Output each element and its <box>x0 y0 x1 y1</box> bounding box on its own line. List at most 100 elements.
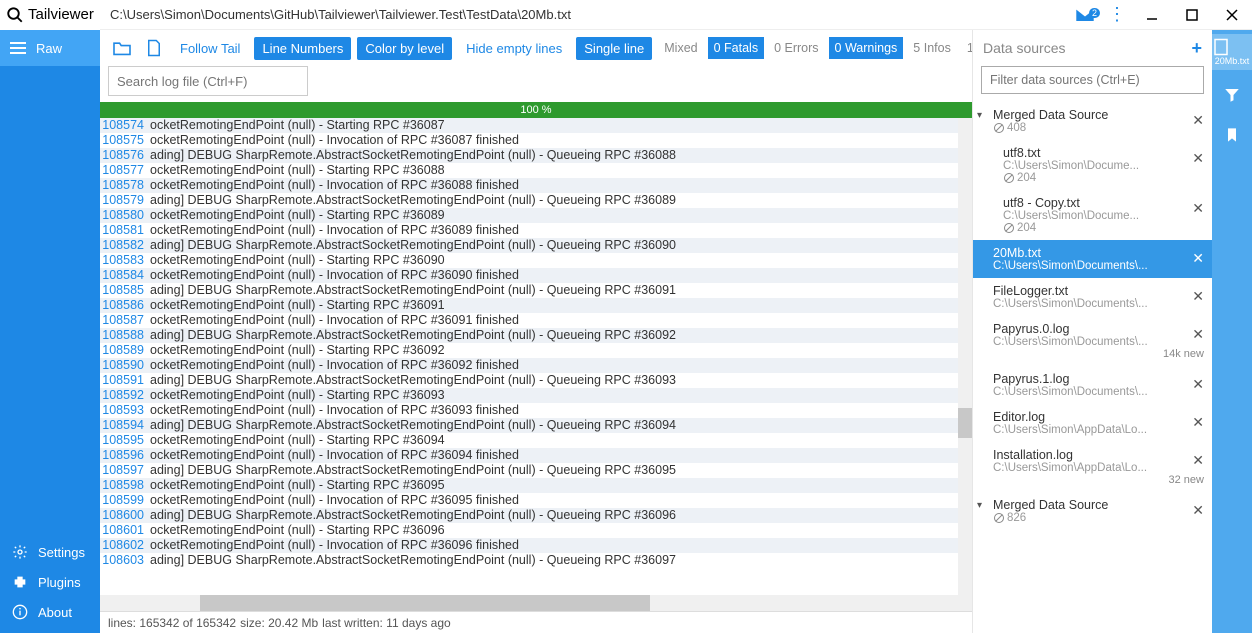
stat-fatals[interactable]: 0 Fatals <box>708 37 764 59</box>
log-line[interactable]: 108589ocketRemotingEndPoint (null) - Sta… <box>100 343 972 358</box>
data-source-item[interactable]: utf8 - Copy.txtC:\Users\Simon\Docume... … <box>973 190 1212 240</box>
log-line[interactable]: 108590ocketRemotingEndPoint (null) - Inv… <box>100 358 972 373</box>
log-line[interactable]: 108600ading] DEBUG SharpRemote.AbstractS… <box>100 508 972 523</box>
app-logo: Tailviewer <box>0 0 100 30</box>
line-numbers-button[interactable]: Line Numbers <box>254 37 351 60</box>
log-line[interactable]: 108575ocketRemotingEndPoint (null) - Inv… <box>100 133 972 148</box>
notifications-button[interactable]: 2 <box>1068 6 1102 24</box>
sidebar-item-about[interactable]: About <box>0 597 100 627</box>
sidebar-item-raw[interactable]: Raw <box>0 30 100 66</box>
data-source-item[interactable]: ▾Merged Data Source 408✕ <box>973 102 1212 140</box>
chevron-down-icon[interactable]: ▾ <box>977 500 982 511</box>
line-text: ocketRemotingEndPoint (null) - Invocatio… <box>150 268 519 283</box>
menu-button[interactable]: ⋮ <box>1102 4 1132 25</box>
horizontal-scrollbar[interactable] <box>100 595 972 611</box>
remove-data-source-button[interactable]: ✕ <box>1192 288 1204 305</box>
stat-infos[interactable]: 5 Infos <box>907 37 957 59</box>
maximize-button[interactable] <box>1172 0 1212 30</box>
remove-data-source-button[interactable]: ✕ <box>1192 326 1204 343</box>
log-line[interactable]: 108584ocketRemotingEndPoint (null) - Inv… <box>100 268 972 283</box>
log-line[interactable]: 108601ocketRemotingEndPoint (null) - Sta… <box>100 523 972 538</box>
rail-filter-button[interactable] <box>1223 80 1241 110</box>
data-source-item[interactable]: FileLogger.txtC:\Users\Simon\Documents\.… <box>973 278 1212 316</box>
line-text: ocketRemotingEndPoint (null) - Starting … <box>150 478 445 493</box>
log-line[interactable]: 108596ocketRemotingEndPoint (null) - Inv… <box>100 448 972 463</box>
remove-data-source-button[interactable]: ✕ <box>1192 250 1204 267</box>
remove-data-source-button[interactable]: ✕ <box>1192 112 1204 129</box>
magnify-icon <box>6 6 24 24</box>
scrollbar-thumb[interactable] <box>958 408 972 438</box>
line-number: 108593 <box>100 403 150 418</box>
remove-data-source-button[interactable]: ✕ <box>1192 452 1204 469</box>
rail-tab-current[interactable]: 20Mb.txt <box>1212 34 1252 70</box>
line-text: ocketRemotingEndPoint (null) - Starting … <box>150 298 445 313</box>
remove-data-source-button[interactable]: ✕ <box>1192 376 1204 393</box>
data-source-item[interactable]: ▾Merged Data Source 826✕ <box>973 492 1212 530</box>
log-line[interactable]: 108603ading] DEBUG SharpRemote.AbstractS… <box>100 553 972 568</box>
remove-data-source-button[interactable]: ✕ <box>1192 414 1204 431</box>
log-line[interactable]: 108594ading] DEBUG SharpRemote.AbstractS… <box>100 418 972 433</box>
follow-tail-button[interactable]: Follow Tail <box>172 37 248 60</box>
data-source-path: C:\Users\Simon\AppData\Lo... <box>993 424 1204 436</box>
filter-data-sources-input[interactable] <box>981 66 1204 94</box>
log-line[interactable]: 108586ocketRemotingEndPoint (null) - Sta… <box>100 298 972 313</box>
log-line[interactable]: 108592ocketRemotingEndPoint (null) - Sta… <box>100 388 972 403</box>
data-source-item[interactable]: utf8.txtC:\Users\Simon\Docume... 204✕ <box>973 140 1212 190</box>
remove-data-source-button[interactable]: ✕ <box>1192 200 1204 217</box>
log-line[interactable]: 108585ading] DEBUG SharpRemote.AbstractS… <box>100 283 972 298</box>
sidebar-item-plugins[interactable]: Plugins <box>0 567 100 597</box>
log-line[interactable]: 108593ocketRemotingEndPoint (null) - Inv… <box>100 403 972 418</box>
line-number: 108590 <box>100 358 150 373</box>
open-folder-button[interactable] <box>108 38 136 58</box>
log-line[interactable]: 108574ocketRemotingEndPoint (null) - Sta… <box>100 118 972 133</box>
remove-data-source-button[interactable]: ✕ <box>1192 502 1204 519</box>
close-button[interactable] <box>1212 0 1252 30</box>
log-line[interactable]: 108583ocketRemotingEndPoint (null) - Sta… <box>100 253 972 268</box>
log-line[interactable]: 108598ocketRemotingEndPoint (null) - Sta… <box>100 478 972 493</box>
data-source-item[interactable]: Installation.logC:\Users\Simon\AppData\L… <box>973 442 1212 492</box>
log-line[interactable]: 108591ading] DEBUG SharpRemote.AbstractS… <box>100 373 972 388</box>
log-line[interactable]: 108581ocketRemotingEndPoint (null) - Inv… <box>100 223 972 238</box>
log-line[interactable]: 108577ocketRemotingEndPoint (null) - Sta… <box>100 163 972 178</box>
sidebar-item-settings[interactable]: Settings <box>0 537 100 567</box>
stat-errors[interactable]: 0 Errors <box>768 37 824 59</box>
log-line[interactable]: 108580ocketRemotingEndPoint (null) - Sta… <box>100 208 972 223</box>
status-lines: lines: 165342 of 165342 <box>108 616 236 630</box>
scrollbar-thumb[interactable] <box>200 595 650 611</box>
new-file-button[interactable] <box>142 37 166 59</box>
log-view[interactable]: 108574ocketRemotingEndPoint (null) - Sta… <box>100 118 972 568</box>
log-line[interactable]: 108576ading] DEBUG SharpRemote.AbstractS… <box>100 148 972 163</box>
data-source-list: ▾Merged Data Source 408✕utf8.txtC:\Users… <box>973 102 1212 633</box>
log-line[interactable]: 108602ocketRemotingEndPoint (null) - Inv… <box>100 538 972 553</box>
line-text: ocketRemotingEndPoint (null) - Starting … <box>150 523 445 538</box>
log-line[interactable]: 108578ocketRemotingEndPoint (null) - Inv… <box>100 178 972 193</box>
data-sources-panel: Data sources + ▾Merged Data Source 408✕u… <box>972 30 1212 633</box>
log-line[interactable]: 108597ading] DEBUG SharpRemote.AbstractS… <box>100 463 972 478</box>
data-source-item[interactable]: Editor.logC:\Users\Simon\AppData\Lo...✕ <box>973 404 1212 442</box>
log-line[interactable]: 108588ading] DEBUG SharpRemote.AbstractS… <box>100 328 972 343</box>
vertical-scrollbar[interactable] <box>958 118 972 595</box>
log-line[interactable]: 108595ocketRemotingEndPoint (null) - Sta… <box>100 433 972 448</box>
add-data-source-button[interactable]: + <box>1191 38 1202 59</box>
stat-warnings[interactable]: 0 Warnings <box>829 37 904 59</box>
log-line[interactable]: 108587ocketRemotingEndPoint (null) - Inv… <box>100 313 972 328</box>
search-input[interactable] <box>108 66 308 96</box>
data-source-item[interactable]: Papyrus.0.logC:\Users\Simon\Documents\..… <box>973 316 1212 366</box>
data-source-extra: 32 new <box>993 474 1204 486</box>
data-source-item[interactable]: 20Mb.txtC:\Users\Simon\Documents\...✕ <box>973 240 1212 278</box>
hamburger-icon <box>10 41 26 55</box>
data-source-item[interactable]: Papyrus.1.logC:\Users\Simon\Documents\..… <box>973 366 1212 404</box>
minimize-button[interactable] <box>1132 0 1172 30</box>
rail-bookmark-button[interactable] <box>1224 120 1240 150</box>
remove-data-source-button[interactable]: ✕ <box>1192 150 1204 167</box>
line-number: 108596 <box>100 448 150 463</box>
color-by-level-button[interactable]: Color by level <box>357 37 452 60</box>
chevron-down-icon[interactable]: ▾ <box>977 110 982 121</box>
hide-empty-lines-button[interactable]: Hide empty lines <box>458 37 570 60</box>
line-number: 108583 <box>100 253 150 268</box>
single-line-button[interactable]: Single line <box>576 37 652 60</box>
log-line[interactable]: 108579ading] DEBUG SharpRemote.AbstractS… <box>100 193 972 208</box>
log-line[interactable]: 108599ocketRemotingEndPoint (null) - Inv… <box>100 493 972 508</box>
stat-mixed[interactable]: Mixed <box>658 37 703 59</box>
log-line[interactable]: 108582ading] DEBUG SharpRemote.AbstractS… <box>100 238 972 253</box>
